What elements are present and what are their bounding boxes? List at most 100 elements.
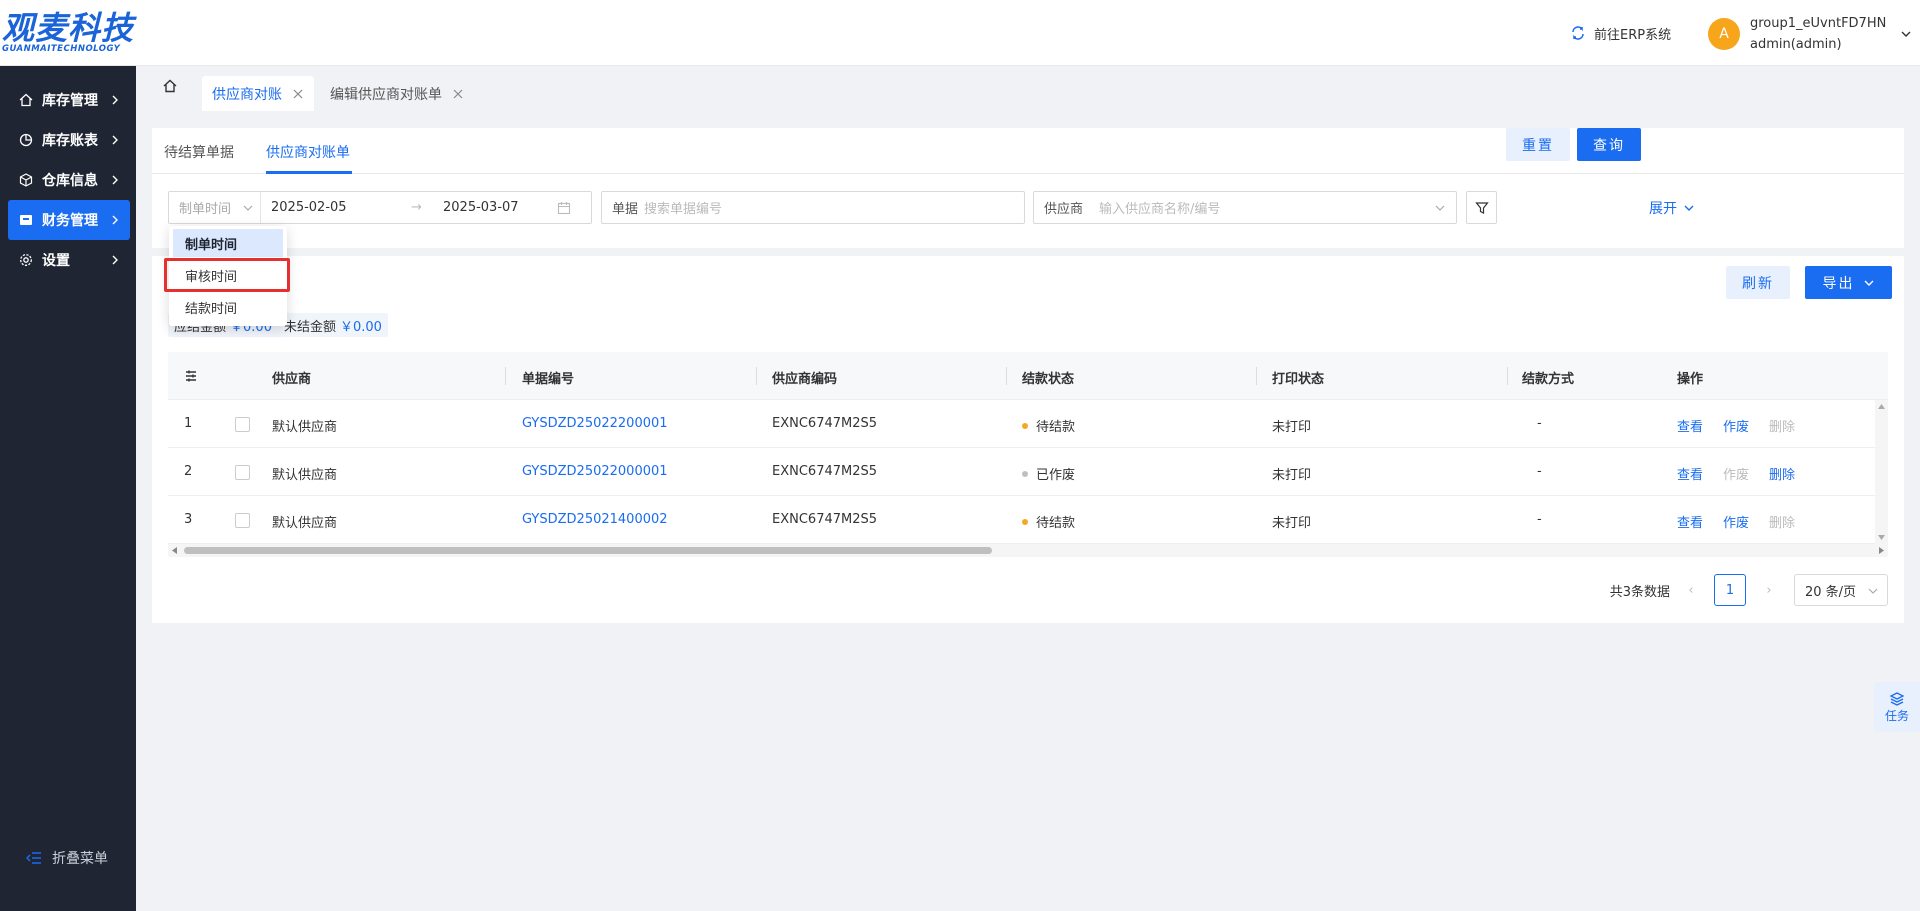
next-page-icon[interactable]: › — [1762, 583, 1776, 598]
sidebar-item-inventory[interactable]: 库存管理 — [8, 80, 130, 120]
sidebar-item-settings[interactable]: 设置 — [8, 240, 130, 280]
sidebar-item-label: 库存账表 — [42, 133, 98, 149]
view-link[interactable]: 查看 — [1677, 464, 1703, 483]
subtab-pending-documents[interactable]: 待结算单据 — [164, 142, 234, 162]
document-search-input[interactable]: 搜索单据编号 — [644, 198, 722, 217]
subtabs: 待结算单据 供应商对账单 — [152, 128, 1904, 174]
row-supplier-code: EXNC6747M2S5 — [772, 512, 878, 527]
sidebar-item-label: 库存管理 — [42, 93, 98, 109]
row-index: 3 — [184, 512, 193, 527]
scroll-up-icon[interactable] — [1877, 402, 1886, 411]
date-start-input[interactable]: 2025-02-05 — [261, 200, 411, 215]
row-checkbox[interactable] — [235, 417, 250, 432]
sidebar-item-warehouse[interactable]: 仓库信息 — [8, 160, 130, 200]
filter-icon — [1474, 201, 1489, 214]
row-settle-status: 待结款 — [1022, 416, 1075, 435]
time-type-value: 制单时间 — [179, 202, 232, 217]
row-doc-no-link[interactable]: GYSDZD25022000001 — [522, 464, 668, 479]
row-doc-no-link[interactable]: GYSDZD25022200001 — [522, 416, 668, 431]
option-review-time[interactable]: 审核时间 — [173, 261, 283, 289]
table-header: 供应商 单据编号 供应商编码 结款状态 打印状态 结款方式 操作 — [168, 352, 1888, 400]
view-link[interactable]: 查看 — [1677, 416, 1703, 435]
chevron-down-icon — [1864, 280, 1873, 286]
sidebar-item-reports[interactable]: 库存账表 — [8, 120, 130, 160]
column-settings-icon[interactable] — [184, 369, 198, 383]
page-1-button[interactable]: 1 — [1714, 574, 1746, 606]
void-link[interactable]: 作废 — [1723, 416, 1749, 435]
void-link-disabled: 作废 — [1723, 468, 1750, 483]
chevron-down-icon — [1684, 205, 1694, 211]
supplier-select[interactable]: 供应商 输入供应商名称/编号 — [1033, 191, 1457, 224]
row-settle-method: - — [1537, 512, 1542, 527]
view-link[interactable]: 查看 — [1677, 512, 1703, 531]
void-link[interactable]: 作废 — [1723, 512, 1749, 531]
status-dot — [1022, 471, 1028, 477]
subtab-supplier-statements[interactable]: 供应商对账单 — [266, 142, 350, 162]
close-icon[interactable] — [452, 88, 464, 100]
status-text: 待结款 — [1036, 516, 1076, 531]
delete-link[interactable]: 删除 — [1769, 464, 1795, 483]
time-type-select[interactable]: 制单时间 — [169, 192, 261, 223]
export-button[interactable]: 导出 — [1805, 266, 1892, 299]
row-supplier: 默认供应商 — [272, 468, 338, 483]
expand-label: 展开 — [1649, 201, 1677, 217]
col-settle-status: 结款状态 — [1022, 372, 1075, 387]
date-separator: → — [411, 200, 422, 215]
option-settle-time[interactable]: 结款时间 — [173, 293, 283, 321]
query-button[interactable]: 查询 — [1577, 128, 1641, 161]
scroll-right-icon[interactable] — [1877, 546, 1886, 555]
logo-text: 观麦科技 — [2, 9, 135, 47]
user-menu[interactable]: A group1_eUvntFD7HN admin(admin) — [1708, 12, 1912, 56]
page-size-value: 20 条/页 — [1805, 584, 1857, 600]
refresh-button[interactable]: 刷新 — [1726, 266, 1790, 299]
chevron-down-icon — [1868, 588, 1878, 594]
option-create-time[interactable]: 制单时间 — [173, 229, 283, 257]
home-tab-icon[interactable] — [160, 76, 180, 96]
wallet-icon — [18, 212, 34, 228]
scroll-down-icon[interactable] — [1877, 533, 1886, 542]
supplier-label: 供应商 — [1044, 202, 1084, 217]
row-checkbox[interactable] — [235, 465, 250, 480]
sidebar-item-label: 仓库信息 — [42, 173, 98, 189]
row-print-status: 未打印 — [1272, 468, 1312, 483]
col-settle-method: 结款方式 — [1522, 372, 1575, 387]
filter-button[interactable] — [1466, 191, 1497, 224]
expand-filters-link[interactable]: 展开 — [1649, 198, 1695, 218]
supplier-input[interactable]: 输入供应商名称/编号 — [1099, 198, 1220, 217]
logo-subtext: GUANMAITECHNOLOGY — [2, 44, 121, 54]
document-search-field[interactable]: 单据 搜索单据编号 — [601, 191, 1025, 224]
close-icon[interactable] — [292, 88, 304, 100]
col-actions: 操作 — [1677, 372, 1704, 387]
erp-system-link[interactable]: 前往ERP系统 — [1570, 22, 1671, 44]
date-end-input[interactable]: 2025-03-07 — [433, 200, 557, 215]
logo[interactable]: 观麦科技 GUANMAITECHNOLOGY — [0, 10, 140, 54]
task-float-button[interactable]: 任务 — [1874, 682, 1920, 732]
table-row: 1 默认供应商 GYSDZD25022200001 EXNC6747M2S5 待… — [168, 400, 1888, 448]
prev-page-icon[interactable]: ‹ — [1684, 583, 1698, 598]
horizontal-scroll-thumb[interactable] — [184, 547, 992, 554]
user-role: admin(admin) — [1750, 37, 1842, 52]
chevron-right-icon — [112, 175, 118, 185]
row-settle-method: - — [1537, 416, 1542, 431]
table-row: 3 默认供应商 GYSDZD25021400002 EXNC6747M2S5 待… — [168, 496, 1888, 544]
vertical-scrollbar[interactable] — [1875, 400, 1888, 544]
export-label: 导出 — [1822, 275, 1855, 292]
page-size-select[interactable]: 20 条/页 — [1794, 574, 1888, 606]
reset-button[interactable]: 重置 — [1506, 128, 1570, 161]
col-supplier: 供应商 — [272, 372, 312, 387]
chevron-right-icon — [112, 95, 118, 105]
collapse-menu-button[interactable]: 折叠菜单 — [26, 848, 108, 868]
tab-edit-reconciliation[interactable]: 编辑供应商对账单 — [320, 76, 474, 111]
time-type-dropdown: 制单时间 审核时间 结款时间 — [169, 226, 287, 326]
tab-supplier-reconciliation[interactable]: 供应商对账 — [202, 76, 314, 111]
scroll-left-icon[interactable] — [170, 546, 179, 555]
top-header: 观麦科技 GUANMAITECHNOLOGY 前往ERP系统 A group1_… — [0, 0, 1920, 66]
row-doc-no-link[interactable]: GYSDZD25021400002 — [522, 512, 668, 527]
horizontal-scrollbar[interactable] — [168, 544, 1888, 557]
sidebar-item-finance[interactable]: 财务管理 — [8, 200, 130, 240]
page-tabbar: 供应商对账 编辑供应商对账单 — [136, 66, 1920, 111]
col-supplier-code: 供应商编码 — [772, 372, 838, 387]
home-icon — [18, 92, 34, 108]
calendar-icon[interactable] — [557, 201, 571, 215]
row-checkbox[interactable] — [235, 513, 250, 528]
